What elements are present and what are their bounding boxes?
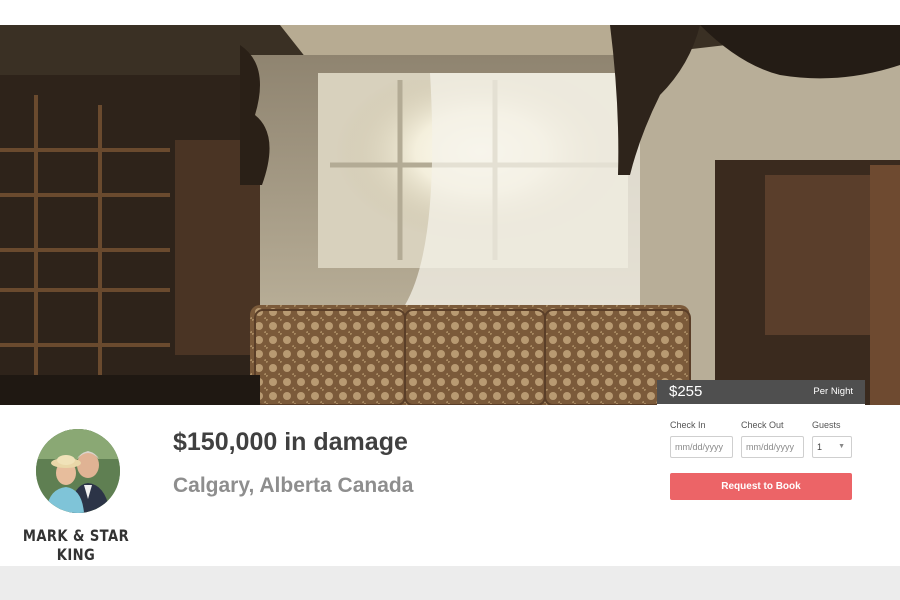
nightly-price: $255 (669, 383, 703, 400)
guests-select[interactable]: 1 ▼ (812, 436, 852, 458)
check-out-placeholder: mm/dd/yyyy (746, 442, 795, 452)
check-in-input[interactable]: mm/dd/yyyy (670, 436, 733, 458)
request-to-book-button[interactable]: Request to Book (670, 473, 852, 500)
footer-band (0, 566, 900, 600)
listing-title: $150,000 in damage (173, 428, 408, 456)
guests-value: 1 (817, 442, 823, 452)
host-name: MARK & STAR KING (22, 526, 130, 564)
hero-photo (0, 25, 900, 405)
chevron-down-icon: ▼ (838, 443, 845, 450)
guests-label: Guests (812, 420, 841, 430)
check-in-placeholder: mm/dd/yyyy (675, 442, 724, 452)
price-bar: $255 Per Night (657, 380, 865, 404)
host-avatar[interactable] (36, 429, 120, 513)
damaged-room-illustration (0, 25, 900, 405)
listing-location: Calgary, Alberta Canada (173, 474, 414, 497)
price-unit-label: Per Night (813, 386, 853, 397)
host-couple-photo (36, 429, 120, 513)
check-out-input[interactable]: mm/dd/yyyy (741, 436, 804, 458)
booking-widget: $255 Per Night Check In mm/dd/yyyy Check… (657, 380, 865, 518)
check-out-label: Check Out (741, 420, 784, 430)
check-in-label: Check In (670, 420, 706, 430)
